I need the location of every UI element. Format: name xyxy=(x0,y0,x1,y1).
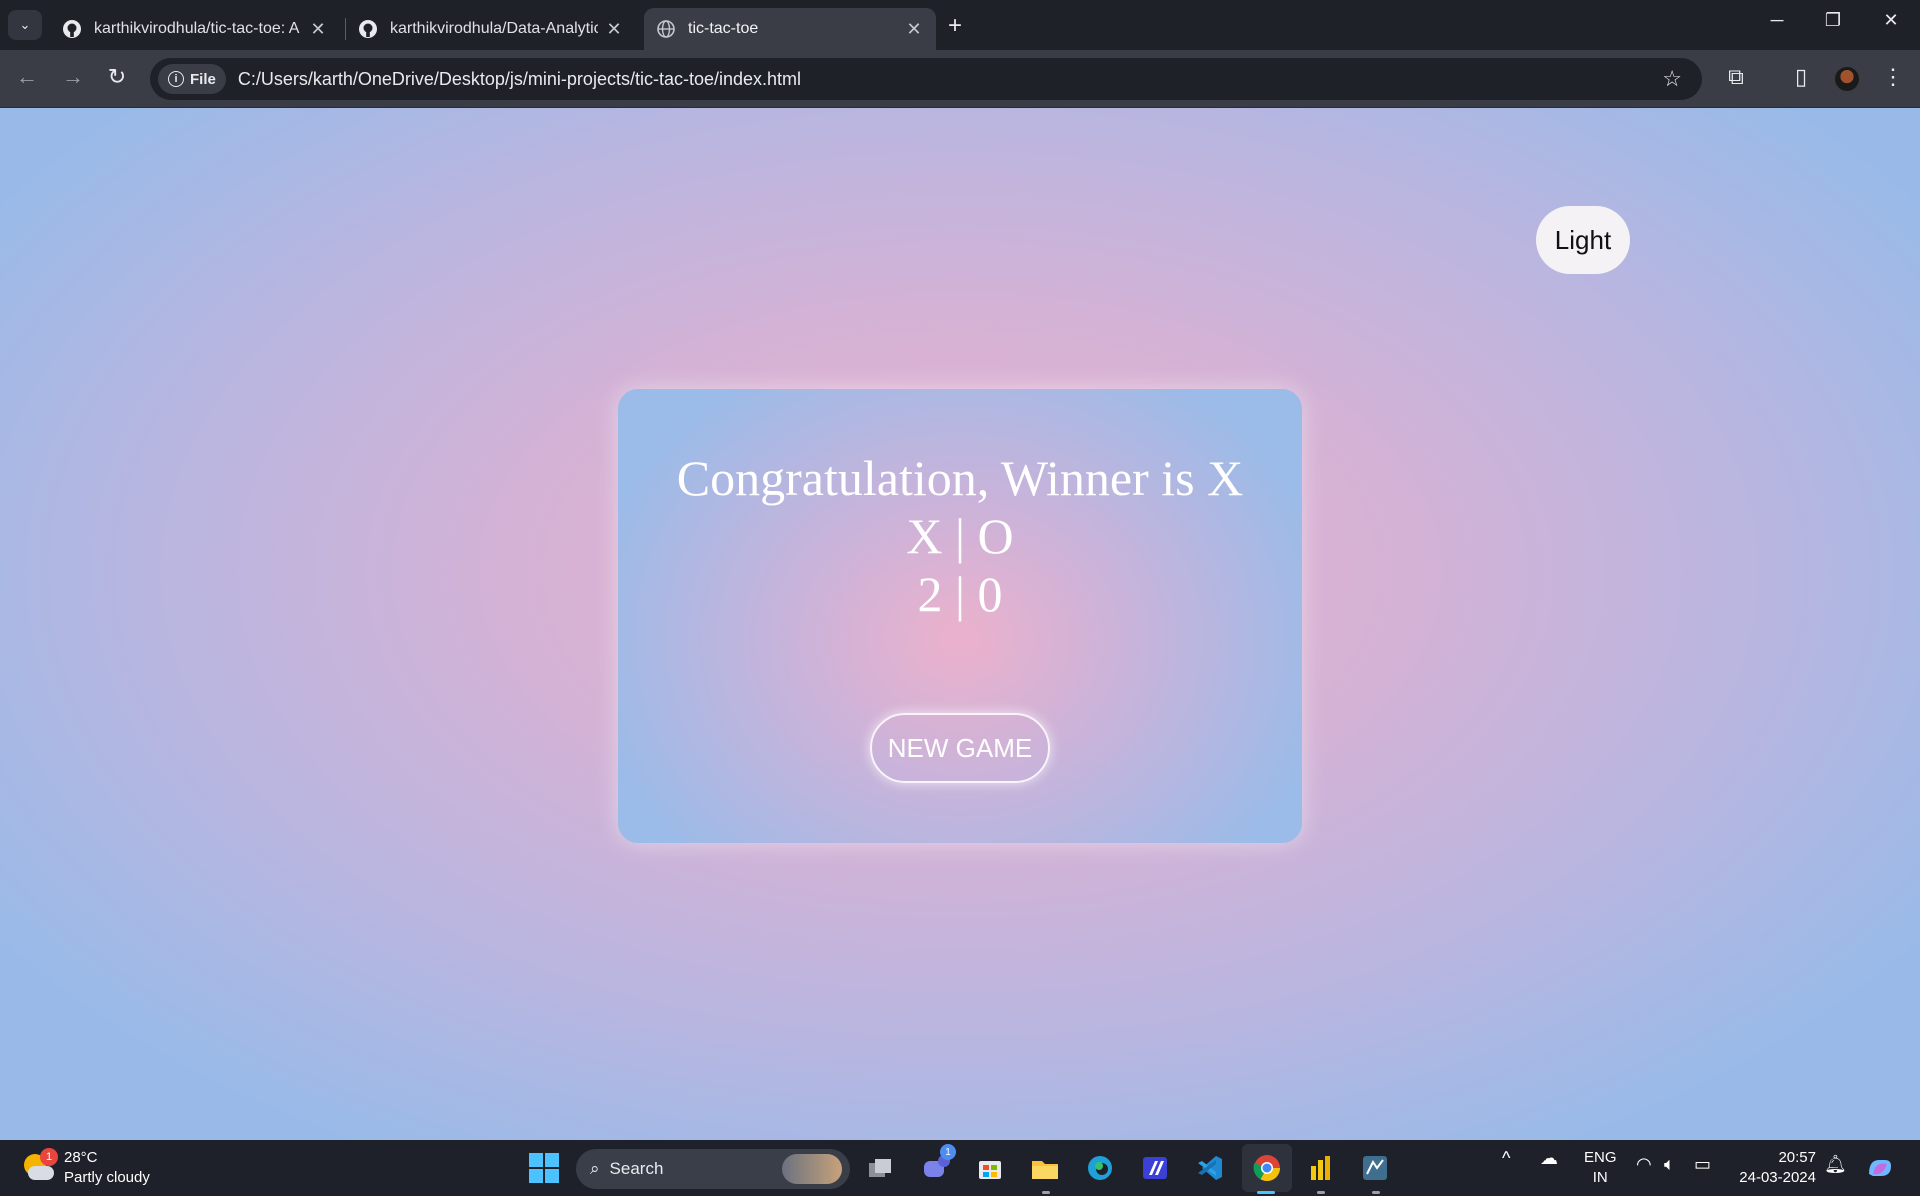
teams-chat-icon[interactable]: 1 xyxy=(918,1144,956,1186)
back-icon[interactable]: ← xyxy=(12,64,42,90)
task-view-icon[interactable] xyxy=(862,1150,898,1186)
language-line2: IN xyxy=(1592,1169,1608,1186)
site-info-chip[interactable]: i File xyxy=(158,64,226,94)
clock-date: 24-03-2024 xyxy=(1739,1169,1816,1186)
teams-badge: 1 xyxy=(940,1144,956,1160)
power-bi-icon[interactable] xyxy=(1302,1150,1338,1186)
tab-title: tic-tac-toe xyxy=(688,20,759,37)
minimize-icon[interactable]: ─ xyxy=(1762,10,1792,31)
tab-data-analytics-repo[interactable]: karthikvirodhula/Data-Analytics ✕ xyxy=(346,8,636,50)
notification-bell-icon[interactable]: 🔔︎ xyxy=(1824,1154,1847,1174)
browser-toolbar: ← → ↻ i File C:/Users/karth/OneDrive/Des… xyxy=(0,50,1920,108)
active-indicator xyxy=(1257,1191,1275,1194)
weather-temp: 28°C xyxy=(64,1149,98,1166)
page-viewport: Light Congratulation, Winner is X X | O … xyxy=(0,108,1920,1140)
copilot-icon[interactable] xyxy=(1862,1150,1898,1186)
close-icon[interactable]: ✕ xyxy=(604,19,624,40)
close-icon[interactable]: ✕ xyxy=(308,19,328,40)
store-icon[interactable] xyxy=(972,1150,1008,1186)
power-automate-icon[interactable] xyxy=(1137,1150,1173,1186)
edge-icon[interactable] xyxy=(1082,1150,1118,1186)
tab-tic-tac-toe-page[interactable]: tic-tac-toe ✕ xyxy=(644,8,936,50)
tab-search-dropdown[interactable]: ⌄ xyxy=(8,10,42,40)
extensions-icon[interactable]: ⧉ xyxy=(1721,64,1751,90)
url-text[interactable]: C:/Users/karth/OneDrive/Desktop/js/mini-… xyxy=(238,69,801,90)
profile-avatar[interactable] xyxy=(1835,67,1859,91)
windows-logo-icon xyxy=(529,1153,559,1183)
taskbar: 1 28°C Partly cloudy ⌕ Search 1 ^ ☁ ENG … xyxy=(0,1140,1920,1196)
forward-icon[interactable]: → xyxy=(58,64,88,90)
mysql-workbench-icon[interactable] xyxy=(1357,1150,1393,1186)
language-line1: ENG xyxy=(1584,1149,1617,1166)
weather-badge: 1 xyxy=(40,1148,58,1166)
score-values: 2 | 0 xyxy=(917,566,1003,622)
file-explorer-icon[interactable] xyxy=(1027,1150,1063,1186)
battery-icon[interactable]: ▭ xyxy=(1694,1154,1711,1174)
chevron-down-icon: ⌄ xyxy=(19,17,31,32)
globe-icon xyxy=(656,19,676,39)
new-game-button[interactable]: NEW GAME xyxy=(870,713,1050,783)
winner-message-card: Congratulation, Winner is X X | O 2 | 0 … xyxy=(618,389,1302,843)
taskbar-search[interactable]: ⌕ Search xyxy=(576,1149,850,1189)
weather-widget[interactable]: 1 28°C Partly cloudy xyxy=(22,1148,150,1188)
partly-cloudy-icon: 1 xyxy=(22,1148,58,1184)
wifi-icon[interactable]: ◠ xyxy=(1636,1154,1652,1174)
vscode-icon[interactable] xyxy=(1192,1150,1228,1186)
tab-tic-tac-toe-repo[interactable]: karthikvirodhula/tic-tac-toe: A n ✕ xyxy=(50,8,340,50)
new-tab-button[interactable]: + xyxy=(948,12,962,40)
side-panel-icon[interactable]: ▯ xyxy=(1786,64,1816,90)
chrome-icon[interactable] xyxy=(1249,1150,1285,1186)
start-button[interactable] xyxy=(526,1150,562,1186)
github-icon xyxy=(358,19,378,39)
chevron-up-icon[interactable]: ^ xyxy=(1502,1148,1510,1168)
winner-message: Congratulation, Winner is X xyxy=(676,450,1244,506)
bookmark-star-icon[interactable]: ☆ xyxy=(1662,66,1682,92)
running-indicator xyxy=(1042,1191,1050,1194)
clock[interactable]: 20:57 24-03-2024 xyxy=(1736,1148,1816,1188)
theme-toggle-button[interactable]: Light xyxy=(1536,206,1630,274)
restore-icon[interactable]: ❐ xyxy=(1818,10,1848,31)
score-header: X | O xyxy=(906,508,1014,564)
onedrive-warning-icon[interactable]: ☁ xyxy=(1540,1148,1558,1168)
tab-title: karthikvirodhula/tic-tac-toe: A n xyxy=(94,20,302,37)
close-window-icon[interactable]: ✕ xyxy=(1876,10,1906,31)
address-bar[interactable]: i File C:/Users/karth/OneDrive/Desktop/j… xyxy=(150,58,1702,100)
volume-icon[interactable]: 🔈︎ xyxy=(1664,1154,1675,1174)
running-indicator xyxy=(1317,1191,1325,1194)
menu-kebab-icon[interactable]: ⋮ xyxy=(1878,64,1908,90)
tab-title: karthikvirodhula/Data-Analytics xyxy=(390,20,598,37)
search-highlight-image xyxy=(782,1154,842,1184)
reload-icon[interactable]: ↻ xyxy=(102,64,132,90)
github-icon xyxy=(62,19,82,39)
site-info-label: File xyxy=(190,70,216,88)
search-icon: ⌕ xyxy=(590,1159,600,1178)
running-indicator xyxy=(1372,1191,1380,1194)
tab-strip: ⌄ karthikvirodhula/tic-tac-toe: A n ✕ ka… xyxy=(0,0,1920,50)
close-icon[interactable]: ✕ xyxy=(904,19,924,40)
clock-time: 20:57 xyxy=(1778,1149,1816,1166)
search-placeholder: Search xyxy=(609,1159,664,1178)
language-indicator[interactable]: ENG IN xyxy=(1584,1148,1617,1188)
weather-condition: Partly cloudy xyxy=(64,1169,150,1186)
info-icon: i xyxy=(168,71,184,87)
